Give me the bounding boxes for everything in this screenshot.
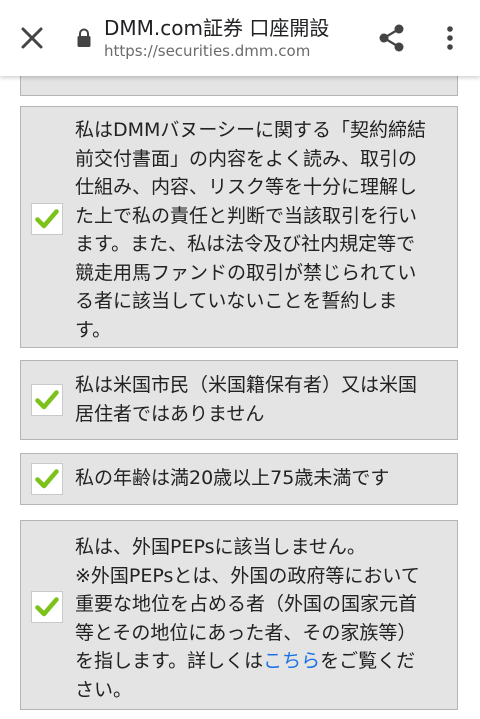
confirmation-box-us-citizen[interactable]: 私は米国市民（米国籍保有者）又は米国 居住者ではありません xyxy=(20,360,458,440)
check-icon xyxy=(35,469,59,489)
share-icon[interactable] xyxy=(378,22,406,54)
confirmation-box-partial xyxy=(20,76,458,96)
lock-icon xyxy=(76,28,92,48)
browser-toolbar: DMM.com証券 口座開設 https://securities.dmm.co… xyxy=(0,0,480,76)
checkbox-peps[interactable] xyxy=(31,591,63,623)
check-icon xyxy=(35,209,59,229)
confirmation-text-age: 私の年齢は満20歳以上75歳未満です xyxy=(75,467,390,489)
confirmation-text-peps: 私は、外国PEPsに該当しません。 ※外国PEPsとは、外国の政府等において 重… xyxy=(75,536,420,701)
checkbox-contract[interactable] xyxy=(31,203,63,235)
more-vert-icon[interactable] xyxy=(440,22,460,54)
checkbox-us-citizen[interactable] xyxy=(31,384,63,416)
confirmation-box-peps[interactable]: 私は、外国PEPsに該当しません。 ※外国PEPsとは、外国の政府等において 重… xyxy=(20,520,458,710)
page-url[interactable]: https://securities.dmm.com xyxy=(104,42,310,60)
check-icon xyxy=(35,597,59,617)
checkbox-age[interactable] xyxy=(31,463,63,495)
confirmation-box-contract[interactable]: 私はDMMバヌーシーに関する「契約締結 前交付書面」の内容をよく読み、取引の 仕… xyxy=(20,106,458,348)
close-icon[interactable] xyxy=(16,22,48,54)
page-title: DMM.com証券 口座開設 xyxy=(104,16,330,40)
confirmation-text-contract: 私はDMMバヌーシーに関する「契約締結 前交付書面」の内容をよく読み、取引の 仕… xyxy=(75,119,427,341)
confirmation-box-age[interactable]: 私の年齢は満20歳以上75歳未満です xyxy=(20,453,458,505)
peps-details-link[interactable]: こちら xyxy=(263,650,320,672)
check-icon xyxy=(35,390,59,410)
page-content: 私はDMMバヌーシーに関する「契約締結 前交付書面」の内容をよく読み、取引の 仕… xyxy=(0,76,480,719)
confirmation-text-us-citizen: 私は米国市民（米国籍保有者）又は米国 居住者ではありません xyxy=(75,374,418,425)
